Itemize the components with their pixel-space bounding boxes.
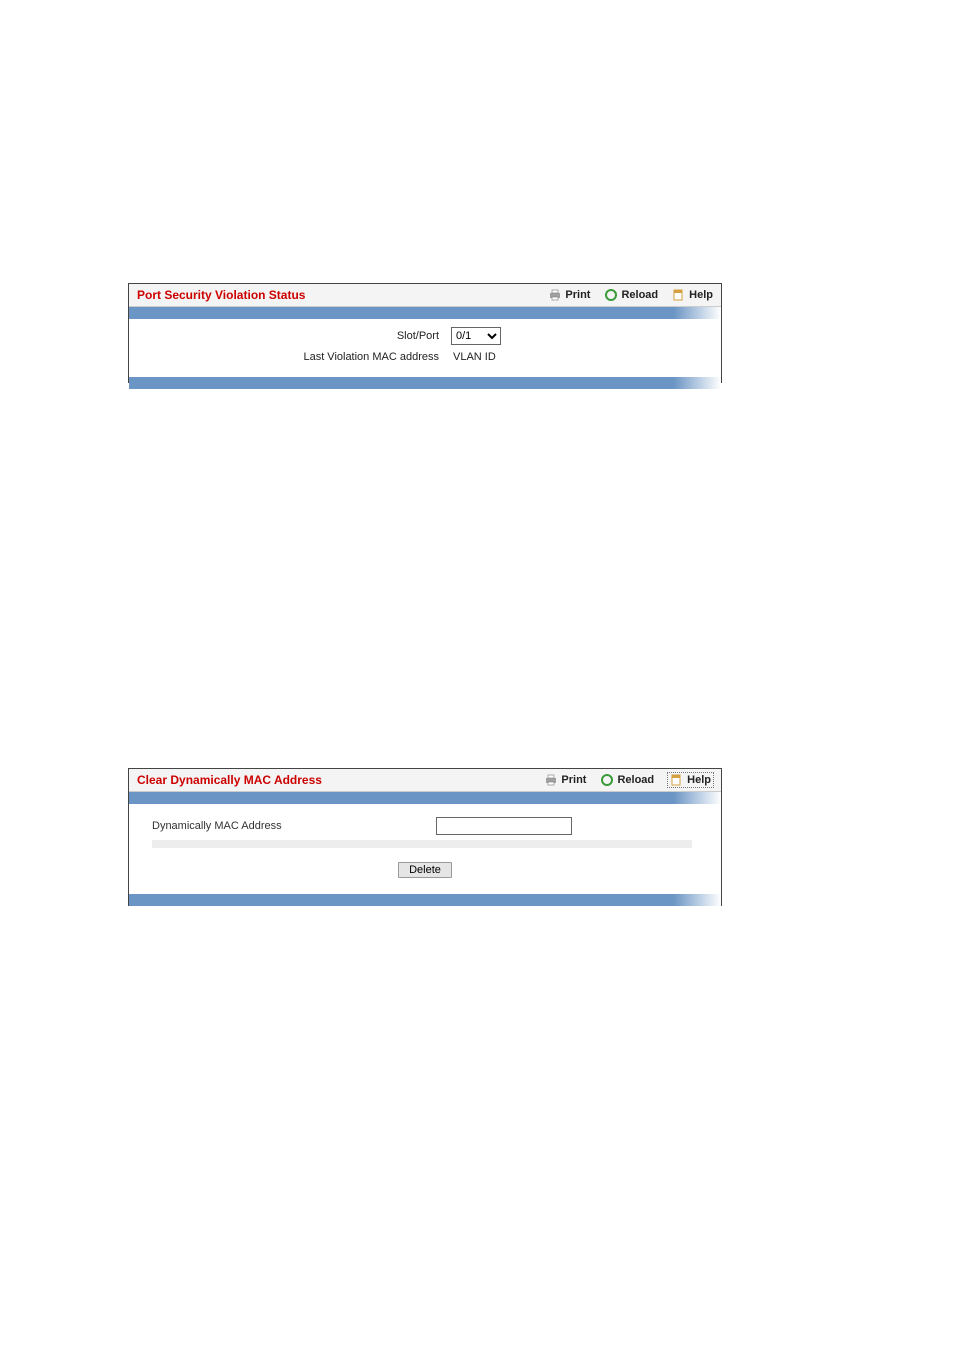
reload-button[interactable]: Reload xyxy=(600,773,654,787)
mac-address-label: Dynamically MAC Address xyxy=(139,820,377,832)
help-label: Help xyxy=(687,774,711,786)
help-label: Help xyxy=(689,289,713,301)
reload-label: Reload xyxy=(617,774,654,786)
mac-address-input[interactable] xyxy=(436,817,572,835)
clear-mac-panel: Clear Dynamically MAC Address Print xyxy=(128,768,722,906)
port-security-violation-panel: Port Security Violation Status Print xyxy=(128,283,722,383)
print-icon xyxy=(548,288,562,302)
reload-label: Reload xyxy=(621,289,658,301)
print-button[interactable]: Print xyxy=(544,773,586,787)
slot-port-select[interactable]: 0/1 xyxy=(451,327,501,345)
slot-port-row: Slot/Port 0/1 xyxy=(139,327,711,345)
panel-actions: Print Reload xyxy=(544,773,713,787)
button-row: Delete xyxy=(139,862,711,878)
panel-header: Port Security Violation Status Print xyxy=(129,284,721,307)
delete-button[interactable]: Delete xyxy=(398,862,452,878)
help-icon xyxy=(672,288,686,302)
panel-header: Clear Dynamically MAC Address Print xyxy=(129,769,721,792)
panel-body: Slot/Port 0/1 Last Violation MAC address… xyxy=(129,319,721,377)
mac-address-field-wrap xyxy=(377,817,572,835)
print-label: Print xyxy=(565,289,590,301)
panel-title: Port Security Violation Status xyxy=(137,288,305,302)
last-violation-mac-label: Last Violation MAC address xyxy=(139,351,439,363)
reload-icon xyxy=(604,288,618,302)
last-violation-row: Last Violation MAC address VLAN ID xyxy=(139,351,711,363)
print-label: Print xyxy=(561,774,586,786)
divider-bar-bottom xyxy=(129,894,721,906)
print-button[interactable]: Print xyxy=(548,288,590,302)
divider-bar xyxy=(129,307,721,319)
mac-address-row: Dynamically MAC Address xyxy=(139,816,711,836)
panel-body: Dynamically MAC Address Delete xyxy=(129,804,721,894)
divider-bar-bottom xyxy=(129,377,721,389)
slot-port-label: Slot/Port xyxy=(139,330,451,342)
help-button[interactable]: Help xyxy=(672,288,713,302)
help-button[interactable]: Help xyxy=(668,773,713,787)
panel-actions: Print Reload xyxy=(548,288,713,302)
help-icon xyxy=(670,773,684,787)
slot-port-field: 0/1 xyxy=(451,327,501,345)
reload-button[interactable]: Reload xyxy=(604,288,658,302)
reload-icon xyxy=(600,773,614,787)
print-icon xyxy=(544,773,558,787)
panel-title: Clear Dynamically MAC Address xyxy=(137,773,322,787)
shaded-row xyxy=(152,840,692,848)
vlan-id-label: VLAN ID xyxy=(453,351,496,363)
divider-bar xyxy=(129,792,721,804)
